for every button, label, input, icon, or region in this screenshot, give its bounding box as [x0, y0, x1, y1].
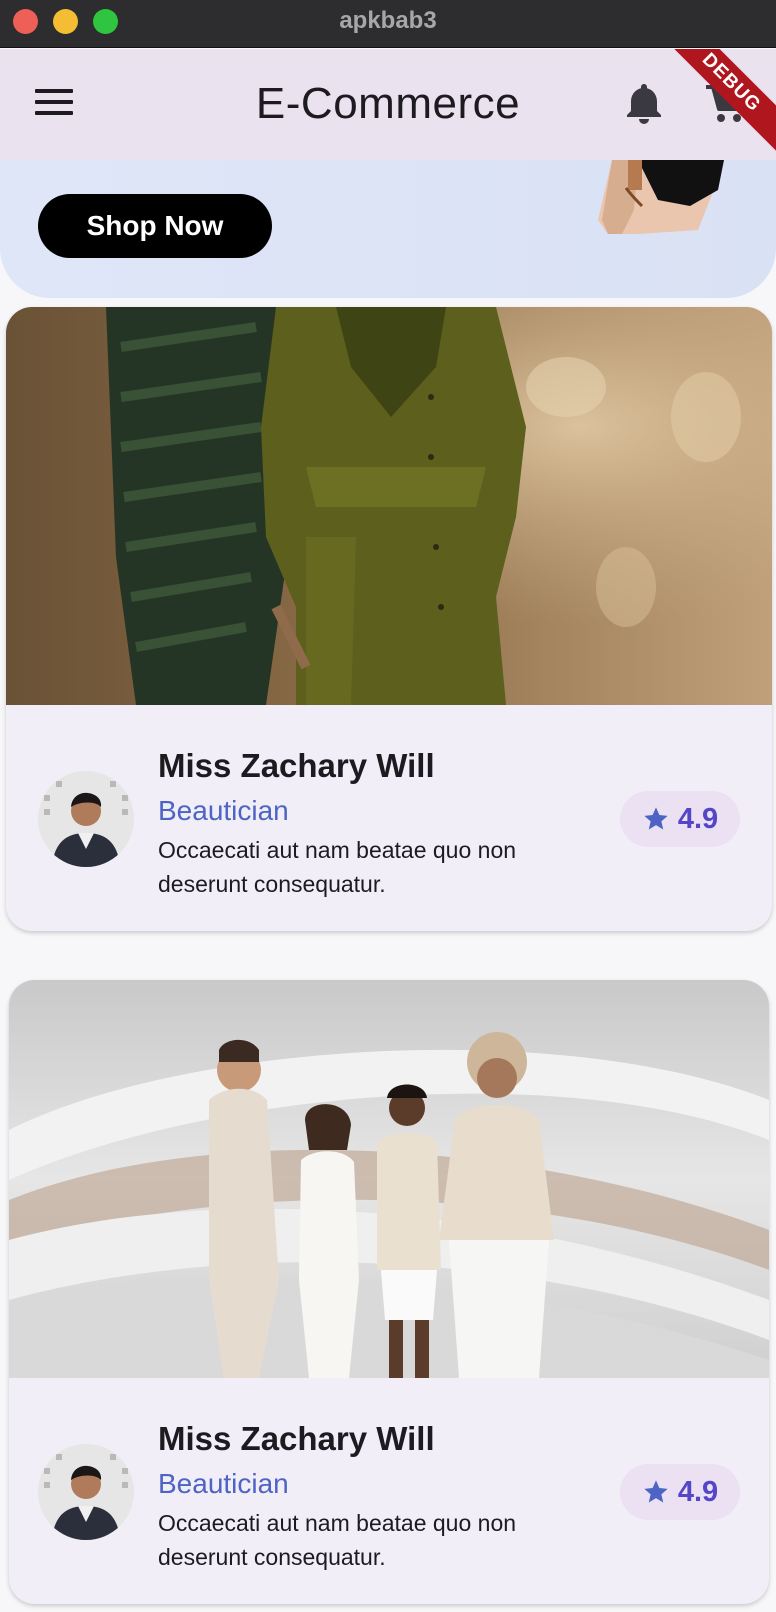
card-description: Occaecati aut nam beatae quo non deserun… — [158, 837, 517, 897]
bell-icon — [627, 84, 661, 124]
app-bar: E-Commerce DEBUG — [0, 49, 776, 160]
card-name: Miss Zachary Will — [158, 1420, 435, 1457]
rating-value: 4.9 — [677, 1475, 719, 1508]
rating-badge: 4.9 — [620, 791, 740, 847]
promo-banner: Shop Now — [0, 160, 776, 298]
avatar — [38, 1444, 134, 1540]
banner-model-image — [598, 160, 724, 234]
card-image-green-outfit — [6, 307, 772, 705]
feature-card[interactable]: Miss Zachary Will Beautician Occaecati a… — [6, 307, 772, 931]
avatar-image — [38, 771, 134, 867]
window-title: apkbab3 — [339, 7, 437, 34]
notifications-button[interactable] — [624, 81, 664, 125]
star-icon — [644, 1480, 668, 1503]
card-role: Beautician — [158, 1468, 289, 1499]
card-body: Miss Zachary Will Beautician Occaecati a… — [9, 1378, 769, 1604]
app-window: apkbab3 E-Commerce DEBUG Shop Now Miss Z… — [0, 0, 776, 1612]
star-icon — [644, 807, 668, 830]
title-bar: apkbab3 — [0, 0, 776, 48]
card-description: Occaecati aut nam beatae quo non deserun… — [158, 1510, 517, 1570]
card-image-group-photo — [9, 980, 769, 1378]
rating-value: 4.9 — [677, 802, 719, 835]
card-role: Beautician — [158, 795, 289, 826]
rating-badge: 4.9 — [620, 1464, 740, 1520]
avatar-image — [38, 1444, 134, 1540]
card-body: Miss Zachary Will Beautician Occaecati a… — [6, 705, 772, 931]
feature-card[interactable]: Miss Zachary Will Beautician Occaecati a… — [9, 980, 769, 1604]
shop-now-button[interactable]: Shop Now — [38, 194, 272, 258]
card-name: Miss Zachary Will — [158, 747, 435, 784]
avatar — [38, 771, 134, 867]
